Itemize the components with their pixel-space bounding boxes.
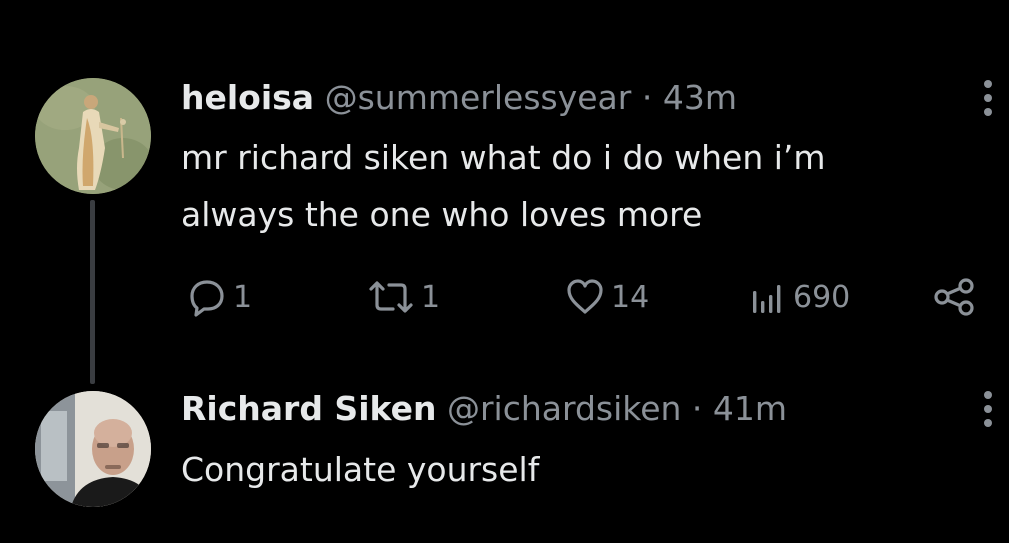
avatar[interactable]	[35, 391, 151, 507]
avatar[interactable]	[35, 78, 151, 194]
tweet-text-line: Congratulate yourself	[181, 450, 540, 489]
tweet-timestamp[interactable]: 41m	[713, 389, 787, 428]
tweet-text-line: mr richard siken what do i do when i’m	[181, 138, 826, 177]
author-name[interactable]: Richard Siken	[181, 389, 436, 428]
tweet-header: Richard Siken @richardsiken · 41m	[181, 389, 787, 429]
reply-icon	[190, 280, 224, 317]
views-count: 690	[793, 279, 851, 315]
repost-count: 1	[421, 279, 441, 315]
tweet-timestamp[interactable]: 43m	[663, 78, 737, 117]
share-button[interactable]	[933, 274, 975, 320]
reply-button[interactable]: 1	[187, 274, 252, 320]
tweet-header: heloisa @summerlessyear · 43m	[181, 78, 737, 118]
repost-button[interactable]: 1	[367, 274, 440, 320]
author-handle[interactable]: @richardsiken	[447, 389, 681, 428]
views-button[interactable]: 690	[747, 274, 850, 320]
thread-connector-line	[90, 200, 95, 384]
like-count: 14	[611, 279, 650, 315]
repost-icon	[369, 281, 413, 313]
fresco-figure-avatar-image	[35, 78, 151, 194]
views-icon	[753, 285, 781, 313]
author-name[interactable]: heloisa	[181, 78, 314, 117]
author-handle[interactable]: @summerlessyear	[325, 78, 632, 117]
like-button[interactable]: 14	[565, 274, 649, 320]
header-separator: ·	[641, 78, 653, 117]
more-dots-icon[interactable]	[982, 391, 994, 427]
more-dots-icon[interactable]	[982, 80, 994, 116]
heart-icon	[567, 279, 603, 314]
reply-thread: heloisa @summerlessyear · 43m mr richard…	[0, 0, 1009, 543]
tweet-action-bar: 1 1 14 690	[181, 274, 981, 320]
header-separator: ·	[691, 389, 703, 428]
share-icon	[934, 278, 974, 316]
man-portrait-avatar-image	[35, 391, 151, 507]
tweet-text-line: always the one who loves more	[181, 195, 703, 234]
reply-count: 1	[233, 279, 253, 315]
